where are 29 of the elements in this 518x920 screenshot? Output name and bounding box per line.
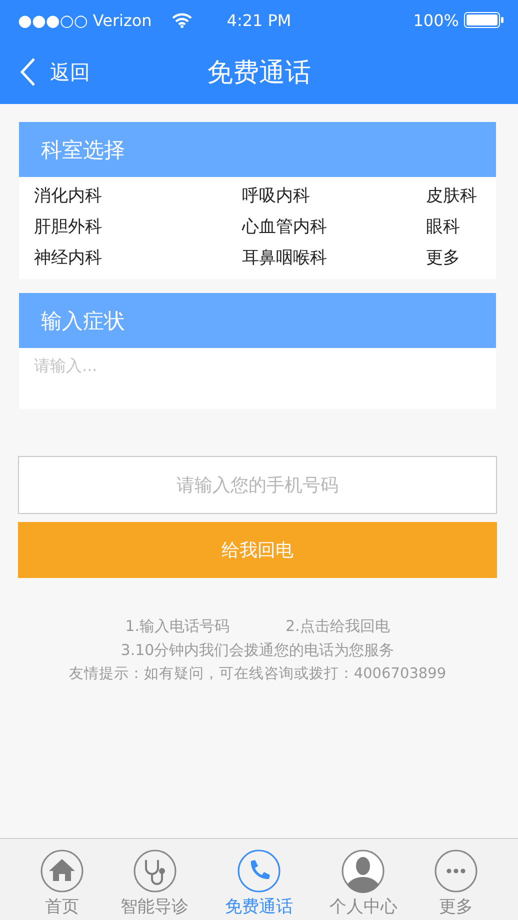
back-chevron-icon — [20, 57, 36, 87]
status-time: 4:21 PM — [226, 10, 292, 30]
symptom-input[interactable]: 请输入... — [19, 348, 496, 409]
department-link[interactable]: 皮肤科 — [426, 183, 477, 209]
battery-percent: 100% — [413, 10, 459, 30]
department-link[interactable]: 神经内科 — [34, 245, 102, 271]
department-link[interactable]: 耳鼻咽喉科 — [242, 245, 327, 271]
department-link[interactable]: 肝胆外科 — [34, 214, 102, 240]
phone-icon — [236, 849, 281, 893]
phone-input[interactable]: 请输入您的手机号码 — [18, 456, 497, 514]
wifi-icon — [172, 12, 192, 28]
step-text: 3.10分钟内我们会拨通您的电话为您服务 — [120, 640, 394, 661]
department-link[interactable]: 更多 — [426, 245, 460, 271]
section-header: 输入症状 — [19, 293, 496, 348]
step-text: 1.输入电话号码 — [125, 616, 230, 637]
carrier-signal: ●●●○○ Verizon — [18, 10, 152, 30]
section-header: 科室选择 — [19, 122, 496, 177]
department-link[interactable]: 消化内科 — [34, 183, 102, 209]
department-link[interactable]: 心血管内科 — [242, 214, 327, 240]
step-text: 2.点击给我回电 — [286, 616, 390, 637]
user-silhouette-icon — [341, 849, 386, 893]
hint-text: 友情提示：如有疑问，可在线咨询或拨打：4006703899 — [68, 665, 446, 684]
department-link[interactable]: 呼吸内科 — [242, 183, 310, 209]
stethoscope-icon — [132, 849, 177, 893]
page-title: 免费通话 — [207, 58, 311, 88]
more-dots-icon — [434, 849, 478, 893]
home-icon — [40, 849, 84, 893]
battery-icon — [464, 12, 504, 28]
department-link[interactable]: 眼科 — [426, 214, 460, 240]
